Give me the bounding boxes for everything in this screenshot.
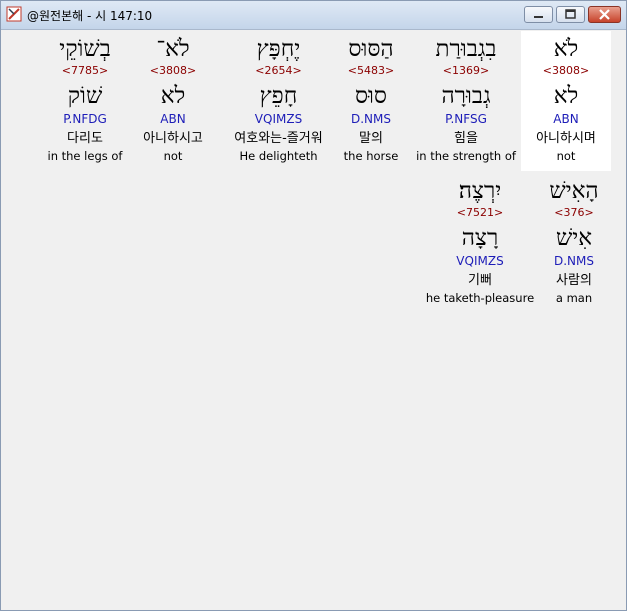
hebrew-root: גְבוּרָה (441, 83, 491, 109)
word-column[interactable]: הַסּוּס <5483> סוּס D.NMS 말의 the horse (341, 31, 401, 171)
strong-number[interactable]: <7785> (44, 64, 126, 78)
korean-gloss: 아니하시며 (536, 131, 596, 146)
close-icon (599, 9, 610, 20)
strong-number[interactable]: <3808> (521, 64, 611, 78)
close-button[interactable] (588, 6, 621, 23)
minimize-icon (534, 16, 543, 18)
hebrew-root: אִישׁ (555, 225, 593, 251)
korean-gloss: 기뻐 (468, 273, 492, 288)
hebrew-word: בְשׁוֹקֵי (59, 36, 111, 62)
hebrew-root: לא (553, 83, 579, 109)
maximize-button[interactable] (556, 6, 585, 23)
english-gloss: in the legs of (47, 149, 123, 163)
morphology-code: D.NMS (553, 254, 594, 268)
maximize-icon (565, 9, 576, 19)
korean-gloss: 여호와는-즐거워 (234, 131, 323, 146)
english-gloss: He delighteth (239, 149, 318, 163)
morphology-code: VQIMZS (254, 112, 303, 126)
window-title: @원전본해 - 시 147:10 (27, 9, 153, 23)
english-gloss: the horse (343, 149, 399, 163)
english-gloss: not (556, 149, 576, 163)
korean-gloss: 아니하시고 (143, 131, 203, 146)
hebrew-word: בִגְבוּרַת (435, 36, 497, 62)
hebrew-word: לֹא (553, 36, 579, 62)
strong-number[interactable]: <3808> (134, 64, 212, 78)
word-column[interactable]: לֹא־ <3808> לא ABN 아니하시고 not (134, 31, 212, 171)
english-gloss: not (163, 149, 183, 163)
interlinear-view: לֹא <3808> לא ABN 아니하시며 not בִגְבוּרַת <… (8, 31, 619, 603)
morphology-code: D.NMS (350, 112, 391, 126)
korean-gloss: 힘을 (454, 131, 478, 146)
hebrew-root: לא (160, 83, 186, 109)
hebrew-word: לֹא־ (156, 36, 190, 62)
word-column[interactable]: בִגְבוּרַת <1369> גְבוּרָה P.NFSG 힘을 in … (411, 31, 521, 171)
korean-gloss: 말의 (359, 131, 383, 146)
morphology-code: P.NFDG (63, 112, 107, 126)
hebrew-root: חָפֵץ (259, 83, 298, 109)
strong-number[interactable]: <2654> (221, 64, 336, 78)
hebrew-word: יִרְצֶה׃ (458, 178, 502, 204)
strong-number[interactable]: <5483> (341, 64, 401, 78)
english-gloss: a man (555, 291, 593, 305)
hebrew-root: רָצָה (461, 225, 499, 251)
morphology-code: P.NFSG (445, 112, 487, 126)
strong-number[interactable]: <7521> (421, 206, 539, 220)
app-icon (6, 6, 22, 22)
strong-number[interactable]: <1369> (411, 64, 521, 78)
strong-number[interactable]: <376> (534, 206, 614, 220)
hebrew-root: שׁוֹק (67, 83, 103, 109)
korean-gloss: 다리도 (67, 131, 103, 146)
hebrew-word: יֶחְפָּץ (256, 36, 301, 62)
minimize-button[interactable] (524, 6, 553, 23)
word-column[interactable]: לֹא <3808> לא ABN 아니하시며 not (521, 31, 611, 171)
word-column[interactable]: יֶחְפָּץ <2654> חָפֵץ VQIMZS 여호와는-즐거워 He… (221, 31, 336, 171)
korean-gloss: 사람의 (556, 273, 592, 288)
morphology-code: ABN (160, 112, 186, 126)
hebrew-root: סוּס (354, 83, 388, 109)
hebrew-word: הָאִישׁ (549, 178, 599, 204)
app-window: @원전본해 - 시 147:10 לֹא <3808> לא ABN 아니하시며… (0, 0, 627, 611)
morphology-code: ABN (553, 112, 579, 126)
word-column[interactable]: יִרְצֶה׃ <7521> רָצָה VQIMZS 기뻐 he taket… (421, 173, 539, 313)
hebrew-word: הַסּוּס (348, 36, 394, 62)
word-column[interactable]: בְשׁוֹקֵי <7785> שׁוֹק P.NFDG 다리도 in the… (44, 31, 126, 171)
english-gloss: in the strength of (416, 149, 516, 163)
english-gloss: he taketh-pleasure (425, 291, 535, 305)
word-column[interactable]: הָאִישׁ <376> אִישׁ D.NMS 사람의 a man (534, 173, 614, 313)
morphology-code: VQIMZS (456, 254, 504, 268)
title-bar[interactable]: @원전본해 - 시 147:10 (1, 1, 626, 30)
